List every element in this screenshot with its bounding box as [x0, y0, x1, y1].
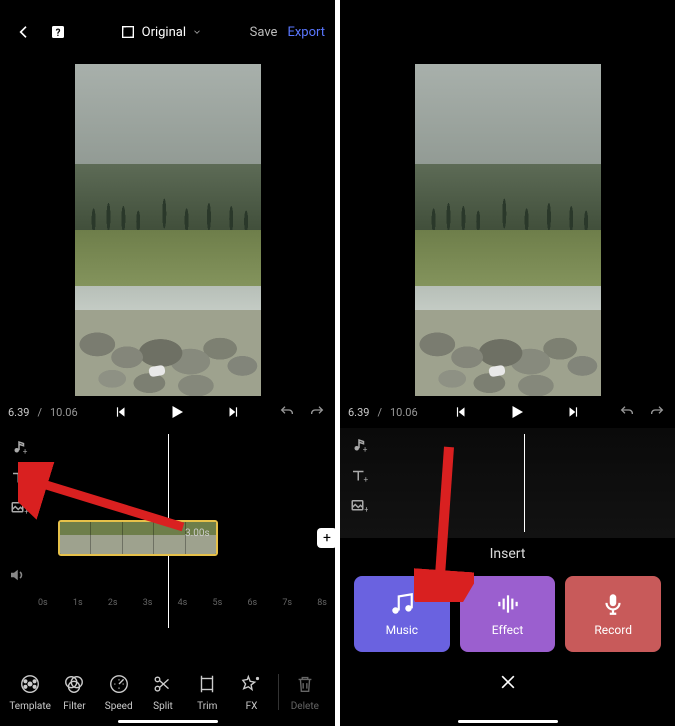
svg-text:+: + [24, 507, 28, 517]
toolbar-divider [278, 674, 279, 710]
insert-title: Insert [354, 546, 661, 562]
back-button[interactable] [10, 18, 38, 46]
prev-button[interactable] [111, 402, 131, 422]
svg-text:+: + [23, 447, 28, 457]
svg-text:+: + [363, 445, 368, 455]
svg-text:+: + [364, 505, 368, 515]
next-button[interactable] [223, 402, 243, 422]
top-bar: ? Original Save Export [0, 0, 335, 64]
video-preview[interactable] [75, 64, 261, 396]
tool-split[interactable]: Split [141, 671, 185, 712]
add-text-track-button[interactable]: + [348, 466, 370, 486]
music-icon [389, 591, 415, 617]
home-indicator [118, 720, 218, 723]
trim-icon [194, 671, 220, 697]
video-preview[interactable] [415, 64, 601, 396]
add-image-track-button[interactable]: + [8, 498, 30, 518]
playback-bar: 6.39 / 10.06 [340, 396, 675, 428]
redo-button[interactable] [647, 402, 667, 422]
insert-music-button[interactable]: Music [354, 576, 450, 652]
prev-button[interactable] [451, 402, 471, 422]
svg-text:?: ? [56, 28, 61, 39]
time-total: 10.06 [390, 406, 418, 419]
tool-filter[interactable]: Filter [52, 671, 96, 712]
next-button[interactable] [563, 402, 583, 422]
playhead[interactable] [524, 434, 525, 532]
effect-icon [495, 591, 521, 617]
chevron-down-icon [192, 27, 202, 37]
timeline[interactable]: + + + + 3.00s 0s1s2s3s4s5s6s7s8s [0, 428, 335, 628]
add-audio-track-button[interactable]: + [348, 436, 370, 456]
undo-button[interactable] [617, 402, 637, 422]
add-audio-track-button[interactable]: + [8, 438, 30, 458]
home-indicator [458, 720, 558, 723]
screen-left: ? Original Save Export 6.39 / 10.06 [0, 0, 335, 726]
play-button[interactable] [167, 402, 187, 422]
add-clip-button[interactable]: + [317, 528, 335, 548]
time-separator: / [37, 406, 42, 419]
undo-button[interactable] [277, 402, 297, 422]
add-text-track-button[interactable]: + [8, 468, 30, 488]
play-button[interactable] [507, 402, 527, 422]
add-image-track-button[interactable]: + [348, 496, 370, 516]
time-total: 10.06 [50, 406, 78, 419]
preview-area [340, 64, 675, 396]
screen-right: 6.39 / 10.06 + + + Insert [340, 0, 675, 726]
aspect-label: Original [142, 25, 186, 40]
tool-trim[interactable]: Trim [185, 671, 229, 712]
export-button[interactable]: Export [287, 25, 325, 40]
tool-speed[interactable]: Speed [97, 671, 141, 712]
filter-icon [61, 671, 87, 697]
timeline[interactable]: + + + [340, 428, 675, 538]
insert-panel: Insert Music Effect Record [340, 546, 675, 692]
redo-button[interactable] [307, 402, 327, 422]
time-separator: / [377, 406, 382, 419]
bottom-toolbar: Template Filter Speed Split Trim FX Dele… [0, 671, 335, 712]
split-icon [150, 671, 176, 697]
time-current: 6.39 [8, 406, 29, 419]
record-icon [600, 591, 626, 617]
svg-text:+: + [24, 477, 29, 487]
playback-bar: 6.39 / 10.06 [0, 396, 335, 428]
help-button[interactable]: ? [44, 18, 72, 46]
time-current: 6.39 [348, 406, 369, 419]
svg-text:+: + [364, 475, 369, 485]
close-button[interactable] [354, 672, 661, 692]
tool-fx[interactable]: FX [229, 671, 273, 712]
tool-delete[interactable]: Delete [283, 671, 327, 712]
template-icon [17, 671, 43, 697]
save-export-group: Save Export [250, 25, 325, 40]
top-spacer [340, 0, 675, 64]
fx-icon [239, 671, 265, 697]
insert-record-button[interactable]: Record [565, 576, 661, 652]
speed-icon [106, 671, 132, 697]
delete-icon [292, 671, 318, 697]
clip-duration: 3.00s [185, 528, 210, 539]
preview-area [0, 64, 335, 396]
volume-icon[interactable] [8, 566, 26, 584]
time-ruler: 0s1s2s3s4s5s6s7s8s [38, 598, 327, 616]
save-button[interactable]: Save [250, 25, 278, 40]
tool-template[interactable]: Template [8, 671, 52, 712]
aspect-ratio-selector[interactable]: Original [120, 24, 202, 40]
insert-effect-button[interactable]: Effect [460, 576, 556, 652]
